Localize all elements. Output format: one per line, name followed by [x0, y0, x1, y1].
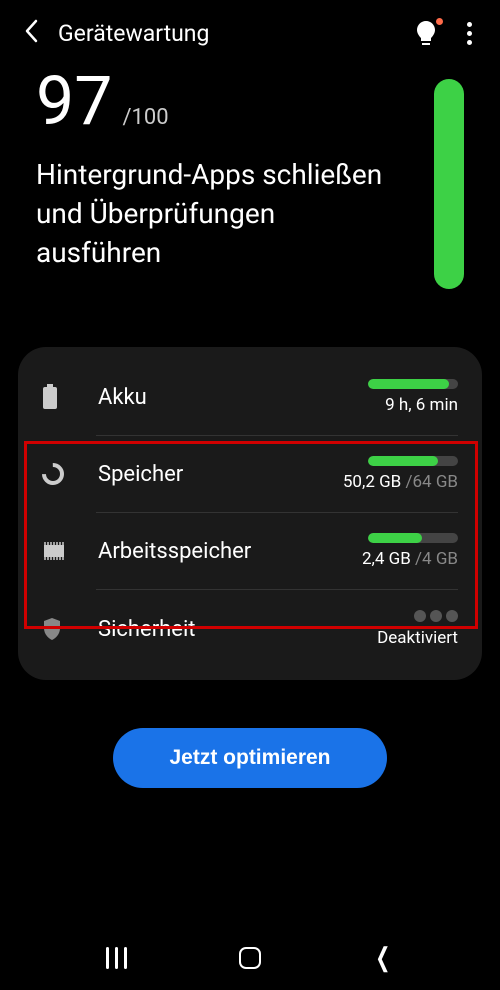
- back-icon[interactable]: [24, 19, 38, 49]
- storage-label: Speicher: [74, 462, 343, 487]
- header-actions: [415, 18, 476, 49]
- nav-back-icon[interactable]: ❮: [376, 943, 391, 973]
- storage-bar: [368, 456, 458, 466]
- page-title: Gerätewartung: [58, 20, 395, 47]
- storage-row[interactable]: Speicher 50,2 GB /64 GB: [18, 436, 482, 512]
- status-card: Akku 9 h, 6 min Speicher 50,2 GB /64 GB …: [18, 347, 482, 680]
- tips-icon[interactable]: [415, 20, 439, 48]
- security-row[interactable]: Sicherheit Deaktiviert: [18, 590, 482, 668]
- security-status: Deaktiviert: [377, 628, 458, 648]
- security-dots-icon: [414, 610, 458, 622]
- memory-icon: [42, 541, 74, 561]
- security-label: Sicherheit: [74, 617, 377, 642]
- score-bar: [434, 79, 464, 289]
- notification-dot: [436, 18, 443, 25]
- score-section: 97 /100 Hintergrund-Apps schließen und Ü…: [0, 67, 500, 319]
- score-max: /100: [122, 105, 168, 130]
- storage-value: 50,2 GB /64 GB: [343, 472, 458, 492]
- memory-value: 2,4 GB /4 GB: [362, 549, 458, 569]
- navigation-bar: ❮: [0, 926, 500, 990]
- memory-bar: [368, 533, 458, 543]
- battery-icon: [42, 384, 74, 410]
- score-description: Hintergrund-Apps schließen und Überprüfu…: [36, 155, 404, 273]
- battery-bar: [368, 379, 458, 389]
- nav-recent-icon[interactable]: [106, 947, 127, 969]
- nav-home-icon[interactable]: [239, 947, 261, 969]
- memory-label: Arbeitsspeicher: [74, 539, 362, 564]
- header: Gerätewartung: [0, 0, 500, 67]
- battery-label: Akku: [74, 385, 368, 410]
- storage-icon: [42, 463, 74, 485]
- score-number: 97: [36, 67, 112, 135]
- more-menu-icon[interactable]: [463, 18, 476, 49]
- battery-value: 9 h, 6 min: [385, 395, 458, 415]
- optimize-button[interactable]: Jetzt optimieren: [113, 728, 386, 788]
- shield-icon: [42, 617, 74, 641]
- memory-row[interactable]: Arbeitsspeicher 2,4 GB /4 GB: [18, 513, 482, 589]
- battery-row[interactable]: Akku 9 h, 6 min: [18, 359, 482, 435]
